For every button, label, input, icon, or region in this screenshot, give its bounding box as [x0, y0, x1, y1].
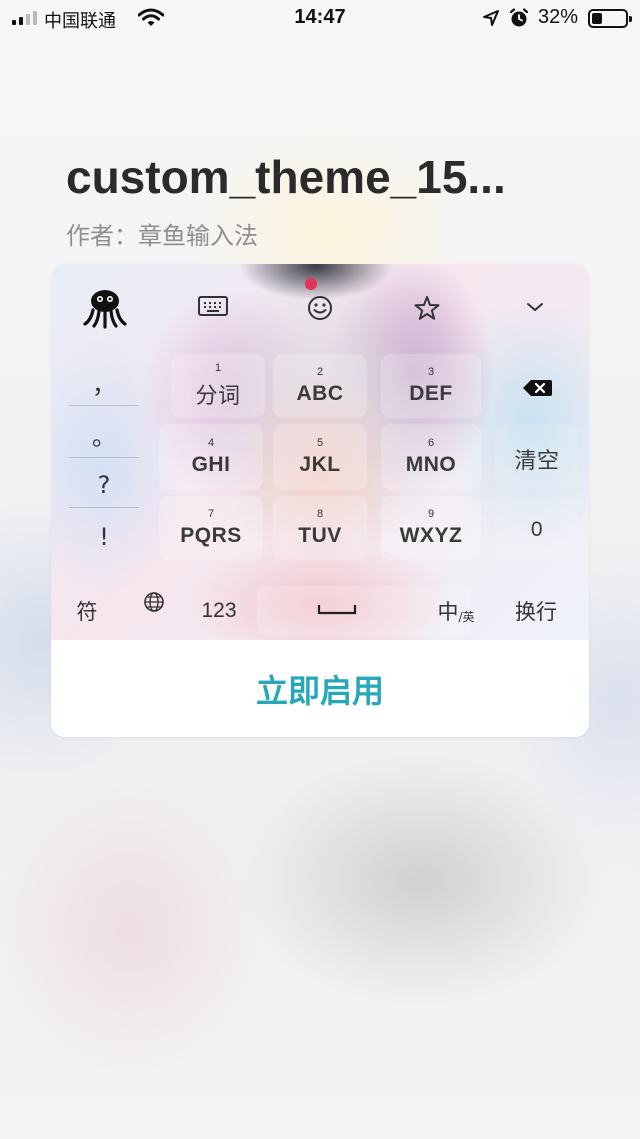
theme-preview-card: ， 。 ? ! 1 分词 2 ABC 3 DEF 4 GHI 5 JKL 6 M…: [51, 264, 589, 737]
key-2: 2 ABC: [273, 354, 367, 418]
side-key-question: ?: [69, 462, 139, 508]
enter-key: 换行: [515, 600, 557, 624]
key-3: 3 DEF: [381, 354, 481, 418]
battery-icon: [588, 9, 632, 28]
side-key-comma: ，: [69, 360, 139, 406]
key-5: 5 JKL: [273, 424, 367, 490]
key-8: 8 TUV: [273, 496, 367, 560]
backspace-icon: [523, 380, 552, 396]
battery-fill: [592, 13, 602, 24]
enable-now-button[interactable]: 立即启用: [51, 640, 589, 737]
space-icon: [317, 605, 357, 615]
key-1: 1 分词: [171, 354, 265, 418]
alarm-icon: [509, 8, 529, 27]
status-bar: 中国联通 14:47 32%: [0, 0, 640, 36]
location-arrow-icon: [483, 10, 499, 26]
key-9: 9 WXYZ: [381, 496, 481, 560]
symbols-key: 符: [76, 600, 98, 624]
keyboard-preview: ， 。 ? ! 1 分词 2 ABC 3 DEF 4 GHI 5 JKL 6 M…: [51, 264, 589, 640]
battery-percent: 32%: [538, 6, 579, 28]
star-icon: [414, 296, 440, 320]
key-7: 7 PQRS: [159, 496, 263, 560]
language-switch-key: 中/英: [437, 600, 475, 624]
clear-key: 清空: [495, 424, 579, 490]
key-6: 6 MNO: [381, 424, 481, 490]
chevron-down-icon: [527, 303, 543, 312]
globe-icon: [144, 592, 164, 612]
keyboard-icon: [198, 296, 228, 316]
key-4: 4 GHI: [159, 424, 263, 490]
emoji-icon: [308, 296, 332, 320]
octopus-logo-icon: [83, 290, 127, 329]
zero-key: 0: [495, 496, 579, 560]
side-key-period: 。: [69, 412, 139, 458]
side-key-exclaim: !: [99, 523, 109, 551]
theme-author: 作者：章鱼输入法: [66, 222, 258, 250]
number-key: 123: [201, 599, 237, 622]
theme-title: custom_theme_15...: [66, 151, 506, 203]
